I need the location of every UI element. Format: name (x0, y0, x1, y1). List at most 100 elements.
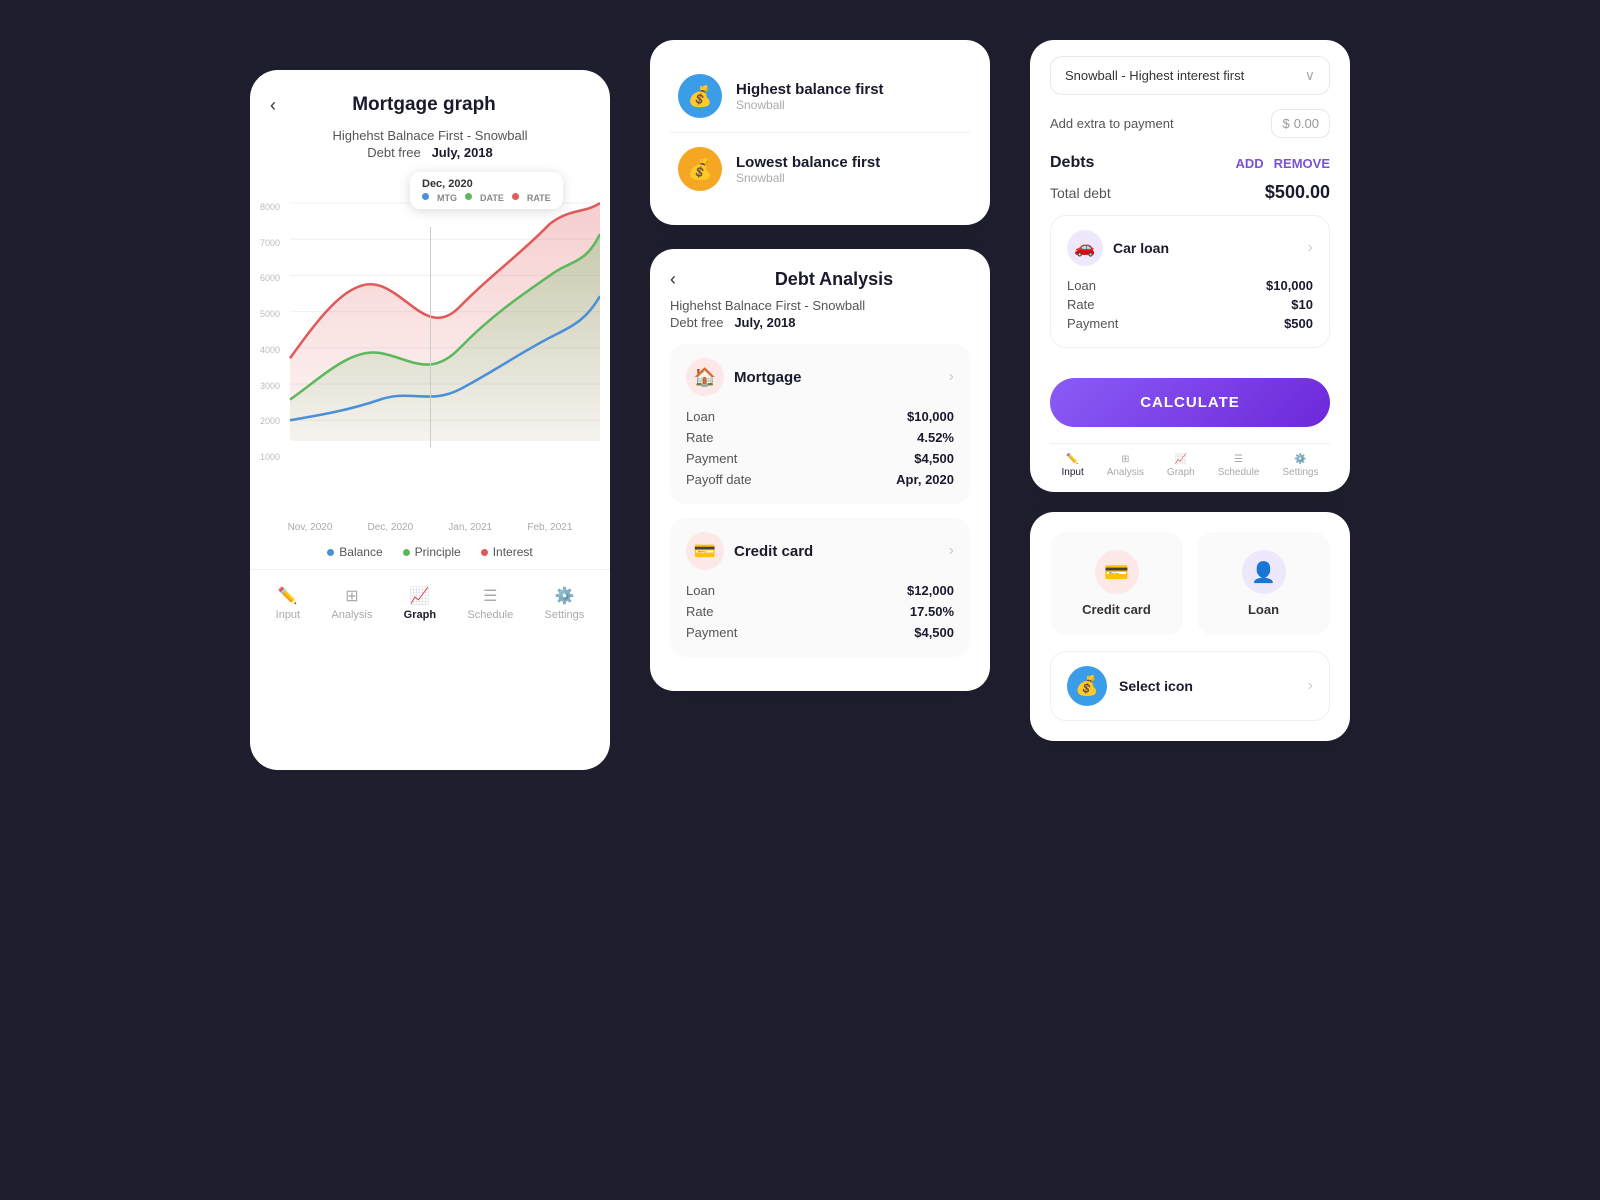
creditcard-loan-row: Loan$12,000 (686, 580, 954, 601)
chart-vertical-line (430, 227, 431, 447)
graph-legend: Balance Principle Interest (250, 545, 610, 559)
mortgage-icon: 🏠 (686, 358, 724, 396)
debt-analysis-card: ‹ Debt Analysis Highehst Balnace First -… (650, 249, 990, 691)
creditcard-option-icon: 💳 (1095, 550, 1139, 594)
pencil-right-icon: ✏️ (1066, 454, 1078, 465)
mortgage-payment-row: Payment$4,500 (686, 448, 954, 469)
car-loan-loan-row: Loan $10,000 (1067, 276, 1313, 295)
icon-selector-panel: 💳 Credit card 👤 Loan 💰 Select icon › (1030, 512, 1350, 741)
icon-option-creditcard[interactable]: 💳 Credit card (1050, 532, 1183, 635)
nav-right-settings[interactable]: ⚙️ Settings (1282, 454, 1318, 478)
car-loan-name: Car loan (1113, 240, 1169, 256)
creditcard-item-header: 💳 Credit card › (686, 532, 954, 570)
strategy-highest-balance[interactable]: 💰 Highest balance first Snowball (670, 60, 970, 133)
graph-bottom-nav: ✏️ Input ⊞ Analysis 📈 Graph ☰ Schedule ⚙… (250, 569, 610, 625)
nav-settings[interactable]: ⚙️ Settings (545, 586, 585, 621)
strategy-highest-balance-info: Highest balance first Snowball (736, 81, 884, 112)
creditcard-name: Credit card (734, 543, 813, 560)
creditcard-item-left: 💳 Credit card (686, 532, 813, 570)
icon-options-grid: 💳 Credit card 👤 Loan (1050, 532, 1330, 635)
nav-input[interactable]: ✏️ Input (276, 586, 300, 621)
extra-payment-label: Add extra to payment (1050, 116, 1174, 131)
total-debt-label: Total debt (1050, 185, 1111, 201)
mortgage-chevron-icon[interactable]: › (949, 368, 954, 386)
nav-schedule[interactable]: ☰ Schedule (467, 586, 513, 621)
extra-payment-value: 0.00 (1294, 116, 1319, 131)
debts-actions: ADD REMOVE (1235, 156, 1330, 171)
legend-interest: Interest (481, 545, 533, 559)
graph-header: ‹ Mortgage graph (250, 70, 610, 124)
analysis-right-icon: ⊞ (1121, 454, 1129, 465)
nav-right-analysis[interactable]: ⊞ Analysis (1107, 454, 1144, 478)
select-icon-circle: 💰 (1067, 666, 1107, 706)
debt-analysis-back[interactable]: ‹ (670, 269, 676, 290)
back-button[interactable]: ‹ (270, 95, 276, 116)
input-bottom-nav: ✏️ Input ⊞ Analysis 📈 Graph ☰ Schedule ⚙… (1050, 443, 1330, 492)
mortgage-name: Mortgage (734, 369, 802, 386)
total-debt-row: Total debt $500.00 (1050, 182, 1330, 203)
y-axis-labels: 80007000600050004000300020001000 (260, 202, 280, 462)
strategy-highest-balance-name: Highest balance first (736, 81, 884, 98)
creditcard-payment-row: Payment$4,500 (686, 622, 954, 643)
car-loan-payment-row: Payment $500 (1067, 314, 1313, 333)
graph-icon: 📈 (410, 586, 430, 606)
strategy-lowest-balance[interactable]: 💰 Lowest balance first Snowball (670, 133, 970, 205)
currency-symbol: $ (1282, 116, 1289, 131)
strategy-dropdown[interactable]: Snowball - Highest interest first ∨ (1050, 56, 1330, 95)
strategy-lowest-balance-sub: Snowball (736, 171, 880, 185)
car-loan-left: 🚗 Car loan (1067, 230, 1169, 266)
analysis-icon: ⊞ (345, 586, 358, 606)
mortgage-rate-row: Rate4.52% (686, 427, 954, 448)
nav-analysis[interactable]: ⊞ Analysis (331, 586, 372, 621)
debts-section-title: Debts (1050, 154, 1094, 172)
lowest-balance-icon: 💰 (678, 147, 722, 191)
loan-option-label: Loan (1248, 602, 1279, 617)
debt-analysis-header: ‹ Debt Analysis (670, 269, 970, 290)
strategy-highest-balance-sub: Snowball (736, 98, 884, 112)
nav-graph[interactable]: 📈 Graph (404, 586, 436, 621)
car-loan-header: 🚗 Car loan › (1067, 230, 1313, 266)
mortgage-item-left: 🏠 Mortgage (686, 358, 802, 396)
settings-right-icon: ⚙️ (1294, 454, 1306, 465)
dropdown-chevron-icon: ∨ (1305, 67, 1315, 84)
debt-analysis-title: Debt Analysis (698, 269, 970, 290)
extra-payment-input[interactable]: $ 0.00 (1271, 109, 1330, 138)
debt-analysis-debtfree: Debt free July, 2018 (670, 315, 970, 330)
remove-debt-button[interactable]: REMOVE (1274, 156, 1330, 171)
mortgage-item-header: 🏠 Mortgage › (686, 358, 954, 396)
highest-balance-icon: 💰 (678, 74, 722, 118)
car-loan-card: 🚗 Car loan › Loan $10,000 Rate $10 Payme… (1050, 215, 1330, 348)
strategy-lowest-balance-name: Lowest balance first (736, 154, 880, 171)
loan-option-icon: 👤 (1242, 550, 1286, 594)
legend-balance: Balance (327, 545, 382, 559)
icon-option-loan[interactable]: 👤 Loan (1197, 532, 1330, 635)
nav-right-input[interactable]: ✏️ Input (1061, 454, 1083, 478)
creditcard-icon: 💳 (686, 532, 724, 570)
car-loan-rate-row: Rate $10 (1067, 295, 1313, 314)
add-debt-button[interactable]: ADD (1235, 156, 1263, 171)
right-column: Snowball - Highest interest first ∨ Add … (1030, 40, 1350, 741)
schedule-right-icon: ☰ (1234, 454, 1243, 465)
creditcard-option-label: Credit card (1082, 602, 1151, 617)
graph-subtitle: Highehst Balnace First - Snowball (250, 124, 610, 143)
creditcard-chevron-icon[interactable]: › (949, 542, 954, 560)
strategy-selector-card: 💰 Highest balance first Snowball 💰 Lowes… (650, 40, 990, 225)
schedule-icon: ☰ (483, 586, 497, 606)
pencil-icon: ✏️ (278, 586, 298, 606)
car-loan-icon: 🚗 (1067, 230, 1103, 266)
calculate-button[interactable]: CALCULATE (1050, 378, 1330, 427)
chart-tooltip: Dec, 2020 MTG DATE RATE (410, 172, 563, 209)
car-loan-chevron-icon[interactable]: › (1308, 239, 1313, 257)
settings-icon: ⚙️ (554, 586, 574, 606)
nav-right-graph[interactable]: 📈 Graph (1167, 454, 1195, 478)
extra-payment-row: Add extra to payment $ 0.00 (1050, 109, 1330, 138)
mortgage-payoff-row: Payoff dateApr, 2020 (686, 469, 954, 490)
select-icon-label: Select icon (1119, 678, 1193, 694)
select-icon-left: 💰 Select icon (1067, 666, 1193, 706)
mortgage-debt-item: 🏠 Mortgage › Loan$10,000 Rate4.52% Payme… (670, 344, 970, 504)
nav-right-schedule[interactable]: ☰ Schedule (1218, 454, 1260, 478)
chart-area: Dec, 2020 MTG DATE RATE 8000700060005000… (250, 172, 610, 532)
creditcard-rate-row: Rate17.50% (686, 601, 954, 622)
select-icon-row[interactable]: 💰 Select icon › (1050, 651, 1330, 721)
mortgage-loan-row: Loan$10,000 (686, 406, 954, 427)
